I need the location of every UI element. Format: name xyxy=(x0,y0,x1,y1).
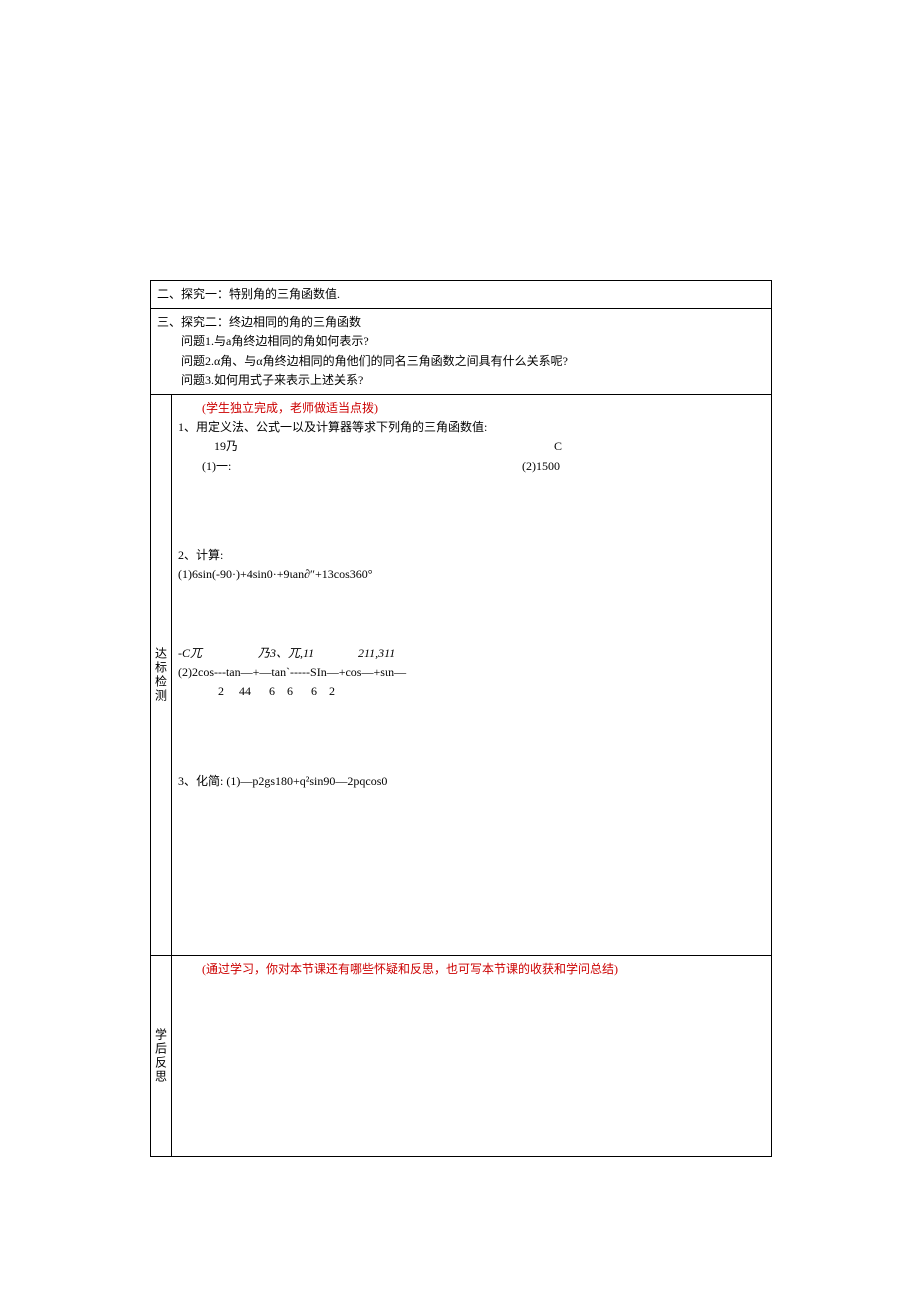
dabiao-p1-l1b: C xyxy=(554,437,562,456)
dabiao-p2-eq1: (1)6sin(-90·)+4sin0·+9ιan∂″+13cos360° xyxy=(178,565,765,584)
dabiao-p2-title: 2、计算: xyxy=(178,546,765,565)
section3-q1: 问题1.与a角终边相同的角如何表示? xyxy=(157,332,765,351)
section3-block: 三、探究二：终边相同的角的三角函数 问题1.与a角终边相同的角如何表示? 问题2… xyxy=(151,309,771,394)
section3-q2: 问题2.α角、与α角终边相同的角他们的同名三角函数之间具有什么关系呢? xyxy=(157,352,765,371)
dabiao-p2-eq2-l3: 2 44 6 6 6 2 xyxy=(178,682,765,701)
section2-title: 二、探究一：特别角的三角函数值. xyxy=(151,281,771,308)
section3-q3: 问题3.如何用式子来表示上述关系? xyxy=(157,371,765,390)
section3-title: 三、探究二：终边相同的角的三角函数 xyxy=(157,313,765,332)
dabiao-p2-eq2-l1c: 211,311 xyxy=(358,644,478,663)
dabiao-side-label: 达标检测 xyxy=(151,395,172,955)
dabiao-p2-eq2-l1b: 乃3、兀,11 xyxy=(258,644,358,663)
dabiao-content: (学生独立完成，老师做适当点拨) 1、用定义法、公式一以及计算器等求下列角的三角… xyxy=(172,395,771,955)
dabiao-p1-title: 1、用定义法、公式一以及计算器等求下列角的三角函数值: xyxy=(178,418,765,437)
dabiao-note: (学生独立完成，老师做适当点拨) xyxy=(178,399,765,418)
dabiao-p2-eq2-l2: (2)2cos---tan—+—tan`-----SIn—+cos—+sιn— xyxy=(178,663,765,682)
xuehou-note: (通过学习，你对本节课还有哪些怀疑和反思，也可写本节课的收获和学问总结) xyxy=(178,960,765,979)
xuehou-content: (通过学习，你对本节课还有哪些怀疑和反思，也可写本节课的收获和学问总结) xyxy=(172,956,771,1156)
dabiao-p3-title: 3、化简: (1)—p2gs180+q²sin90—2pqcos0 xyxy=(178,772,765,791)
dabiao-p1-sub1: (1)一: xyxy=(178,457,402,476)
dabiao-p2-eq2-l1a: -C兀 xyxy=(178,644,258,663)
dabiao-p1-sub2: (2)1500 xyxy=(522,457,560,476)
xuehou-side-label: 学后反思 xyxy=(151,956,172,1156)
dabiao-p1-l1a: 19乃 xyxy=(178,437,334,456)
